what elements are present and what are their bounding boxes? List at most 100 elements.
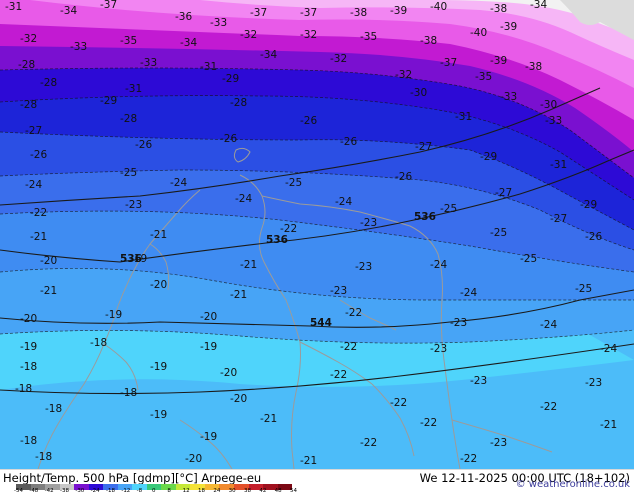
temperature-label: -27 <box>25 125 42 137</box>
temperature-label: -22 <box>460 453 477 465</box>
temperature-label: -37 <box>440 57 457 69</box>
temperature-label: -25 <box>575 283 592 295</box>
color-scale-tick: -38 <box>60 488 69 494</box>
temperature-label: -25 <box>520 253 537 265</box>
temperature-label: -30 <box>410 87 427 99</box>
temperature-label: -26 <box>135 139 152 151</box>
temperature-label: -23 <box>360 217 377 229</box>
temperature-label: -22 <box>360 437 377 449</box>
temperature-label: -18 <box>120 387 137 399</box>
temperature-label: -33 <box>140 57 157 69</box>
height-contour-label: 544 <box>310 317 332 329</box>
temperature-label: -23 <box>470 375 487 387</box>
temperature-label: -20 <box>150 279 167 291</box>
temperature-label: -28 <box>20 99 37 111</box>
temperature-label: -19 <box>150 409 167 421</box>
temperature-label: -26 <box>220 133 237 145</box>
map-title: Height/Temp. 500 hPa [gdmp][°C] Arpege-e… <box>3 471 262 485</box>
temperature-label: -21 <box>150 229 167 241</box>
temperature-label: -36 <box>175 11 192 23</box>
temperature-label: -37 <box>250 7 267 19</box>
temperature-label: -22 <box>345 307 362 319</box>
temperature-label: -34 <box>60 5 77 17</box>
color-scale-tick: -30 <box>75 488 85 494</box>
temperature-label: -37 <box>300 7 317 19</box>
temperature-label: -35 <box>120 35 137 47</box>
temperature-label: -20 <box>220 367 237 379</box>
temperature-label: -26 <box>30 149 47 161</box>
color-scale-tick: -54 <box>14 488 23 494</box>
temperature-label: -32 <box>20 33 37 45</box>
temperature-label: -22 <box>420 417 437 429</box>
temperature-label: -39 <box>490 55 507 67</box>
temperature-label: -20 <box>185 453 202 465</box>
temperature-label: -21 <box>240 259 257 271</box>
temperature-label: -38 <box>525 61 542 73</box>
temperature-label: -33 <box>210 17 227 29</box>
temperature-label: -24 <box>170 177 187 189</box>
color-scale-tick: -8 <box>136 488 143 494</box>
color-scale-tick: -42 <box>44 488 54 494</box>
temperature-label: -33 <box>500 91 517 103</box>
temperature-label: -25 <box>440 203 457 215</box>
temperature-label: -32 <box>300 29 317 41</box>
temperature-label: -18 <box>20 435 37 447</box>
temperature-label: -18 <box>20 361 37 373</box>
temperature-label: -26 <box>585 231 602 243</box>
temperature-label: -38 <box>350 7 367 19</box>
temperature-label: -20 <box>20 313 37 325</box>
temperature-label: -23 <box>330 285 347 297</box>
temperature-label: -21 <box>230 289 247 301</box>
temperature-label: -23 <box>585 377 602 389</box>
temperature-label: -29 <box>222 73 239 85</box>
temperature-label: -34 <box>530 0 547 11</box>
temperature-label: -28 <box>120 113 137 125</box>
temperature-label: -24 <box>335 196 352 208</box>
temperature-label: -23 <box>125 199 142 211</box>
temperature-label: -34 <box>180 37 197 49</box>
temperature-label: -38 <box>490 3 507 15</box>
temperature-label: -24 <box>600 343 617 355</box>
height-contour-label: 536 <box>414 211 436 223</box>
temperature-label: -21 <box>30 231 47 243</box>
temperature-label: -18 <box>35 451 52 463</box>
temperature-label: -31 <box>200 61 217 73</box>
height-contour-label: 536 <box>120 253 142 265</box>
temperature-label: -22 <box>30 207 47 219</box>
color-scale-ticks: -54 -48 -42 -38 -30 -24 -18 -12 -8 0 8 12 18 24 30 38 42… <box>14 488 300 495</box>
temperature-label: -21 <box>260 413 277 425</box>
temperature-label: -35 <box>360 31 377 43</box>
height-contour-label: 536 <box>266 234 288 246</box>
color-scale-tick: -12 <box>121 488 131 494</box>
temperature-label: -27 <box>415 141 432 153</box>
temperature-label: -26 <box>340 136 357 148</box>
temperature-label: -22 <box>390 397 407 409</box>
temperature-label: -29 <box>100 95 117 107</box>
temperature-label: -27 <box>495 187 512 199</box>
temperature-label: -20 <box>40 255 57 267</box>
color-scale-tick: -18 <box>106 488 115 494</box>
weather-map: -31 -34 -37-36 -33-37 -37 -38 -39 -40 -38 -34-32-… <box>0 0 634 469</box>
temperature-label: -39 <box>390 5 407 17</box>
temperature-label: -18 <box>15 383 32 395</box>
temperature-label: -18 <box>90 337 107 349</box>
temperature-label: -23 <box>355 261 372 273</box>
temperature-label: -32 <box>240 29 257 41</box>
temperature-label: -23 <box>430 343 447 355</box>
temperature-label: -24 <box>540 319 557 331</box>
temperature-label: -20 <box>230 393 247 405</box>
temperature-label: -38 <box>420 35 437 47</box>
temperature-label: -19 <box>150 361 167 373</box>
temperature-label: -24 <box>25 179 42 191</box>
color-scale-tick: 18 <box>198 488 205 494</box>
color-scale-tick: 8 <box>167 488 171 494</box>
temperature-label: -29 <box>480 151 497 163</box>
temperature-label: -40 <box>430 1 447 13</box>
temperature-label: -18 <box>45 403 62 415</box>
temperature-label: -26 <box>395 171 412 183</box>
temperature-label: -31 <box>125 83 142 95</box>
footer-bar: Height/Temp. 500 hPa [gdmp][°C] Arpege-e… <box>0 469 634 494</box>
temperature-label: -19 <box>200 431 217 443</box>
temperature-label: -35 <box>475 71 492 83</box>
temperature-label: -30 <box>540 99 557 111</box>
